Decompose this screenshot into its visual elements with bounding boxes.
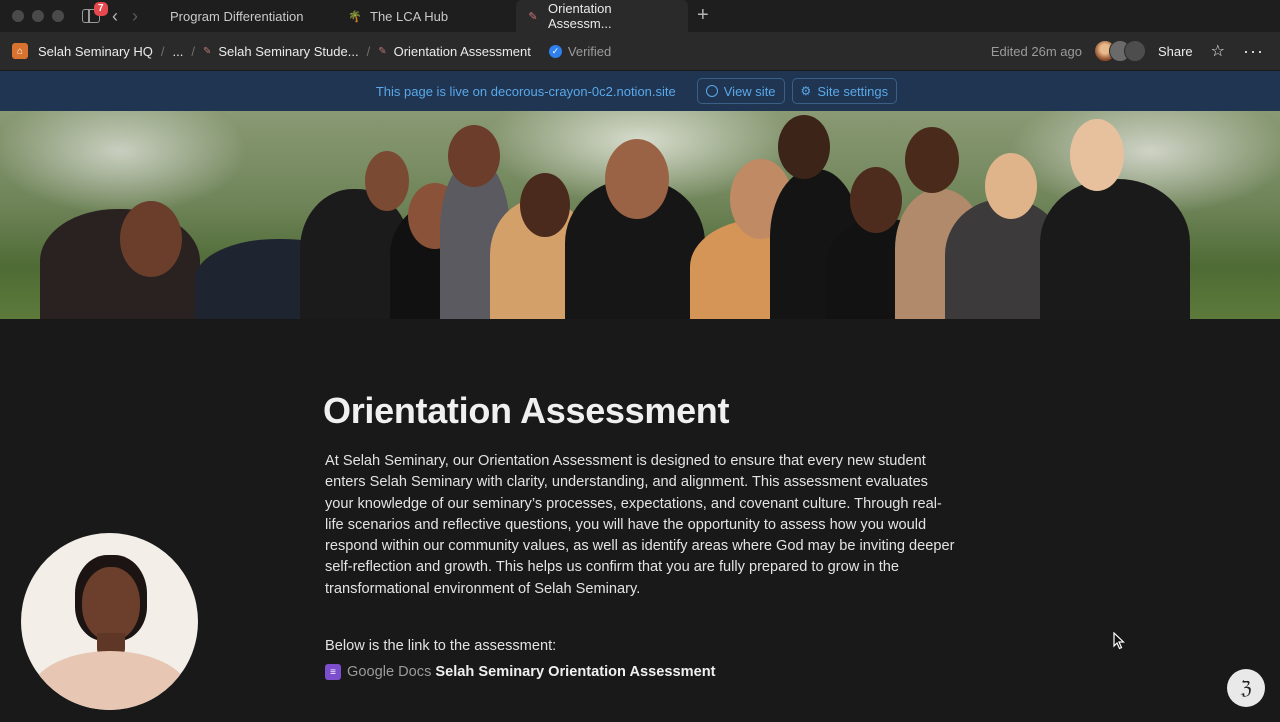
site-live-banner: This page is live on decorous-crayon-0c2… bbox=[0, 71, 1280, 111]
minimize-window-button[interactable] bbox=[32, 10, 44, 22]
verified-badge[interactable]: ✓ Verified bbox=[548, 43, 612, 59]
help-button[interactable]: ℨ bbox=[1227, 669, 1265, 707]
checkmark-icon: ✓ bbox=[548, 44, 562, 58]
tab-orientation-assessment[interactable]: ✎ Orientation Assessm... bbox=[516, 0, 688, 32]
tab-program-differentiation[interactable]: Program Differentiation bbox=[160, 0, 338, 32]
page-body: Orientation Assessment At Selah Seminary… bbox=[323, 390, 955, 681]
cover-figure-head bbox=[1070, 119, 1124, 191]
collaborator-avatars[interactable] bbox=[1093, 40, 1146, 62]
webcam-overlay bbox=[21, 533, 198, 710]
assessment-link-intro[interactable]: Below is the link to the assessment: bbox=[325, 636, 955, 657]
breadcrumb-separator: / bbox=[191, 43, 195, 59]
cover-figure-head bbox=[520, 173, 570, 237]
webcam-person-body bbox=[29, 651, 191, 710]
link-source-label: Google Docs bbox=[347, 664, 432, 681]
forward-arrow-icon[interactable]: › bbox=[132, 7, 138, 25]
webcam-person-face bbox=[82, 567, 140, 641]
site-live-text[interactable]: This page is live on decorous-crayon-0c2… bbox=[376, 84, 676, 99]
cover-image[interactable] bbox=[0, 111, 1280, 319]
assessment-link[interactable]: ≡ Google Docs Selah Seminary Orientation… bbox=[325, 664, 955, 681]
edited-timestamp[interactable]: Edited 26m ago bbox=[991, 44, 1082, 59]
cover-figure-head bbox=[850, 167, 902, 233]
tab-label: The LCA Hub bbox=[370, 8, 449, 24]
star-icon[interactable]: ☆ bbox=[1211, 41, 1225, 61]
new-tab-button[interactable]: + bbox=[697, 5, 709, 25]
breadcrumb-parent[interactable]: ✎ Selah Seminary Stude... bbox=[199, 44, 363, 59]
cover-figure-head bbox=[365, 151, 409, 211]
breadcrumb: ⌂ Selah Seminary HQ / ... / ✎ Selah Semi… bbox=[0, 32, 1280, 70]
globe-icon bbox=[705, 85, 718, 97]
breadcrumb-ellipsis[interactable]: ... bbox=[169, 44, 188, 59]
breadcrumb-workspace[interactable]: Selah Seminary HQ bbox=[34, 44, 157, 59]
cover-figure-head bbox=[778, 115, 830, 179]
close-window-button[interactable] bbox=[12, 10, 24, 22]
zoom-window-button[interactable] bbox=[52, 10, 64, 22]
site-settings-label: Site settings bbox=[817, 83, 889, 99]
cover-figure-head bbox=[605, 139, 669, 219]
notification-badge: 7 bbox=[94, 2, 108, 16]
intro-paragraph[interactable]: At Selah Seminary, our Orientation Asses… bbox=[325, 451, 955, 600]
sidebar-toggle-icon[interactable]: 7 bbox=[82, 2, 108, 23]
cover-figure-head bbox=[120, 201, 182, 277]
page-icon: ✎ bbox=[378, 45, 386, 57]
cover-figure-head bbox=[448, 125, 500, 187]
site-settings-button[interactable]: ⚙ Site settings bbox=[791, 78, 898, 104]
share-button[interactable]: Share bbox=[1158, 44, 1193, 59]
page-title[interactable]: Orientation Assessment bbox=[323, 390, 955, 432]
tab-lca-hub[interactable]: 🌴 The LCA Hub bbox=[338, 0, 516, 32]
google-docs-icon: ≡ bbox=[325, 664, 341, 681]
breadcrumb-current[interactable]: ✎ Orientation Assessment bbox=[374, 44, 535, 59]
view-site-label: View site bbox=[723, 83, 776, 99]
cover-figure-head bbox=[985, 153, 1037, 219]
more-options-icon[interactable]: ··· bbox=[1243, 41, 1264, 62]
tab-label: Program Differentiation bbox=[170, 8, 304, 24]
tab-label: Orientation Assessm... bbox=[548, 1, 612, 31]
breadcrumb-separator: / bbox=[366, 43, 371, 59]
breadcrumb-current-label: Orientation Assessment bbox=[393, 43, 531, 59]
page-icon: ✎ bbox=[202, 45, 211, 57]
verified-label: Verified bbox=[567, 43, 612, 59]
page-icon: ✎ bbox=[528, 10, 538, 23]
mouse-cursor-icon bbox=[1113, 632, 1125, 650]
breadcrumb-parent-label: Selah Seminary Stude... bbox=[218, 43, 359, 59]
gear-icon: ⚙ bbox=[800, 84, 812, 98]
back-arrow-icon[interactable]: ‹ bbox=[112, 7, 118, 25]
view-site-button[interactable]: View site bbox=[696, 78, 785, 104]
cover-figure bbox=[1040, 179, 1190, 319]
breadcrumb-separator: / bbox=[160, 43, 165, 59]
avatar bbox=[1123, 40, 1146, 62]
tree-icon: 🌴 bbox=[348, 10, 362, 23]
browser-tab-bar: 7 ‹ › Program Differentiation 🌴 The LCA … bbox=[0, 0, 1280, 32]
page-actions: Edited 26m ago Share ☆ ··· bbox=[991, 40, 1280, 62]
window-controls bbox=[12, 10, 64, 22]
link-title: Selah Seminary Orientation Assessment bbox=[435, 664, 716, 681]
home-icon: ⌂ bbox=[12, 43, 28, 59]
cover-figure-head bbox=[905, 127, 959, 193]
